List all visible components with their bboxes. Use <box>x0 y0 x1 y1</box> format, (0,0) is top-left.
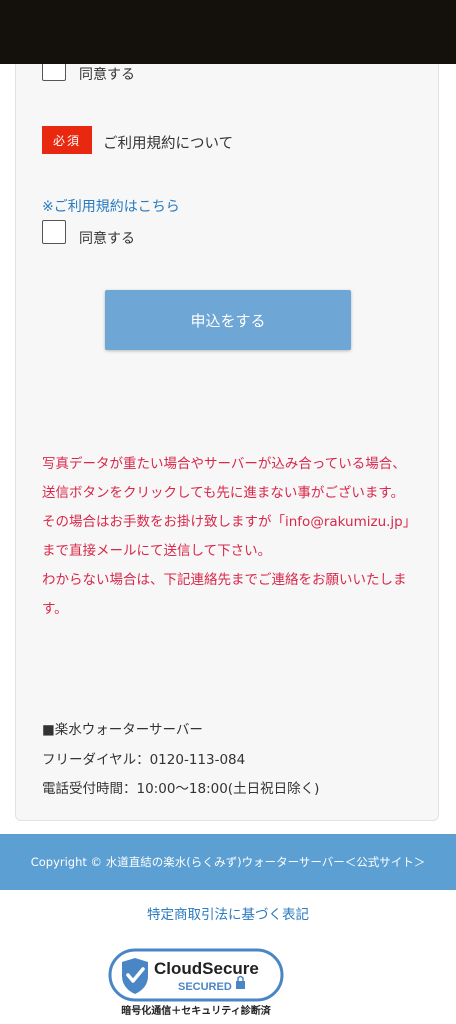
contact-hours: 電話受付時間：10:00〜18:00(土日祝日除く) <box>42 781 320 797</box>
contact-heading: ■楽水ウォーターサーバー <box>42 722 203 738</box>
required-badge: 必須 <box>42 126 92 154</box>
agree-label-2: 同意する <box>79 231 135 247</box>
seal-secured: SECURED <box>178 981 232 993</box>
status-bar-overlay <box>0 0 456 64</box>
form-card <box>15 40 439 821</box>
seal-caption: 暗号化通信＋セキュリティ診断済 <box>121 1006 271 1017</box>
lock-icon <box>236 981 245 989</box>
cloudsecure-logo: CloudSecure SECURED <box>108 948 284 1002</box>
notice-line-1: 写真データが重たい場合やサーバーが込み合っている場合、送信ボタンをクリックしても… <box>42 456 406 501</box>
terms-heading: ご利用規約について <box>103 136 234 152</box>
agree-label-1: 同意する <box>79 67 135 83</box>
agree-checkbox-2[interactable] <box>42 220 66 244</box>
footer-copyright: Copyright © 水道直結の楽水(らくみず)ウォーターサーバー＜公式サイト… <box>0 834 456 890</box>
notice-text: 写真データが重たい場合やサーバーが込み合っている場合、送信ボタンをクリックしても… <box>42 450 412 624</box>
contact-info: ■楽水ウォーターサーバー フリーダイヤル：0120-113-084 電話受付時間… <box>42 716 412 805</box>
notice-line-2: その場合はお手数をお掛け致しますが「info@rakumizu.jp」まで直接メ… <box>42 514 410 559</box>
seal-brand: CloudSecure <box>154 959 259 978</box>
tokusho-link[interactable]: 特定商取引法に基づく表記 <box>0 903 456 923</box>
notice-line-3: わからない場合は、下記連絡先までご連絡をお願いいたします。 <box>42 572 407 617</box>
contact-phone: フリーダイヤル：0120-113-084 <box>42 751 246 768</box>
terms-link[interactable]: ※ご利用規約はこちら <box>42 196 180 216</box>
submit-button[interactable]: 申込をする <box>105 290 351 350</box>
